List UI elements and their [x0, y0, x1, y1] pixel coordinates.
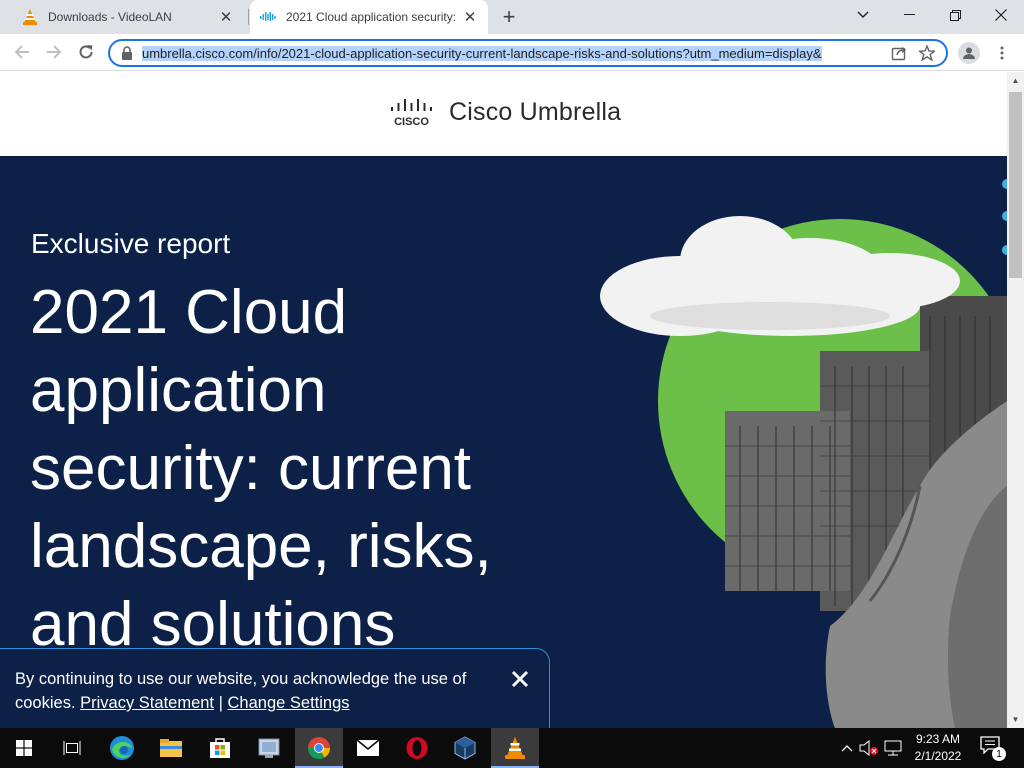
hero-illustration	[600, 179, 1007, 728]
tab-strip: Downloads - VideoLAN ✕ 2021 Cloud applic…	[0, 0, 1024, 34]
windows-taskbar: 9:23 AM 2/1/2022 1	[0, 728, 1024, 768]
change-settings-link[interactable]: Change Settings	[228, 694, 350, 712]
file-explorer-icon	[160, 739, 182, 757]
taskbar-file-explorer[interactable]	[147, 728, 195, 768]
url-text[interactable]: umbrella.cisco.com/info/2021-cloud-appli…	[142, 45, 890, 61]
brand-name: Cisco Umbrella	[449, 98, 622, 126]
start-button[interactable]	[0, 728, 48, 768]
close-tab-icon[interactable]: ✕	[462, 9, 478, 26]
mail-icon	[356, 739, 380, 756]
chrome-icon	[308, 737, 330, 759]
profile-button[interactable]	[958, 42, 980, 64]
browser-toolbar: umbrella.cisco.com/info/2021-cloud-appli…	[0, 34, 1024, 71]
page-scrollbar[interactable]: ▲ ▼	[1007, 72, 1024, 728]
browser-menu-button[interactable]	[992, 42, 1012, 64]
tab-cisco-report[interactable]: 2021 Cloud application security: ✕	[250, 0, 488, 34]
more-vert-icon	[1000, 46, 1004, 60]
vlc-cone-icon	[22, 9, 38, 25]
cookie-message: By continuing to use our website, you ac…	[15, 667, 495, 715]
taskbar-opera[interactable]	[393, 728, 441, 768]
tab-title: 2021 Cloud application security:	[286, 10, 457, 24]
taskbar-store[interactable]	[196, 728, 244, 768]
page-viewport: CISCO Cisco Umbrella Exclusive report 20…	[0, 72, 1007, 728]
reload-icon	[79, 45, 93, 59]
restore-icon	[949, 9, 961, 21]
chevron-down-icon	[857, 11, 869, 18]
taskbar-chrome[interactable]	[295, 728, 343, 768]
notification-badge: 1	[992, 747, 1006, 761]
clock-date: 2/1/2022	[914, 749, 962, 763]
logo-wordmark: CISCO	[394, 116, 429, 127]
app-icon	[258, 738, 280, 758]
scroll-up-icon[interactable]: ▲	[1007, 72, 1024, 89]
hero-section: Exclusive report 2021 Cloud application …	[0, 156, 1007, 728]
tab-divider	[248, 9, 249, 25]
task-view-button[interactable]	[48, 728, 96, 768]
close-window-button[interactable]	[978, 0, 1024, 30]
privacy-statement-link[interactable]: Privacy Statement	[80, 694, 214, 712]
opera-icon	[406, 737, 428, 759]
store-icon	[210, 738, 230, 758]
scrollbar-thumb[interactable]	[1009, 92, 1022, 278]
tab-videolan[interactable]: Downloads - VideoLAN ✕	[12, 0, 244, 34]
show-hidden-icons[interactable]	[838, 728, 856, 768]
forward-button[interactable]	[42, 40, 66, 64]
cookie-close-button[interactable]	[508, 667, 532, 691]
address-bar[interactable]: umbrella.cisco.com/info/2021-cloud-appli…	[108, 39, 948, 67]
arrow-left-icon	[14, 45, 29, 59]
minimize-button[interactable]	[886, 0, 932, 30]
minimize-icon	[903, 14, 915, 15]
url-selection: umbrella.cisco.com/info/2021-cloud-appli…	[142, 45, 822, 61]
scroll-down-icon[interactable]: ▼	[1007, 711, 1024, 728]
cookie-banner: By continuing to use our website, you ac…	[0, 648, 550, 728]
tab-search-button[interactable]	[840, 0, 886, 30]
cisco-icon	[260, 9, 276, 25]
cisco-logo-icon: CISCO	[390, 98, 438, 128]
hero-headline: 2021 Cloud application security: current…	[30, 278, 492, 659]
back-button[interactable]	[10, 40, 34, 64]
new-tab-button[interactable]: +	[497, 4, 521, 29]
close-tab-icon[interactable]: ✕	[218, 9, 234, 26]
tab-title: Downloads - VideoLAN	[48, 10, 172, 24]
cisco-umbrella-logo[interactable]: CISCO Cisco Umbrella	[390, 98, 622, 128]
hero-kicker: Exclusive report	[31, 228, 231, 259]
taskbar-virtualbox[interactable]	[441, 728, 489, 768]
task-view-icon	[63, 741, 81, 755]
taskbar-app[interactable]	[245, 728, 293, 768]
avatar-icon	[963, 47, 975, 59]
windows-start-icon	[16, 740, 32, 756]
action-center-button[interactable]: 1	[980, 736, 1006, 762]
taskbar-clock[interactable]: 9:23 AM 2/1/2022	[900, 731, 976, 765]
close-icon	[511, 670, 529, 688]
taskbar-mail[interactable]	[344, 728, 392, 768]
restore-button[interactable]	[932, 0, 978, 30]
vlc-icon	[505, 737, 525, 759]
lock-icon	[122, 46, 132, 60]
site-header: CISCO Cisco Umbrella	[0, 72, 1007, 156]
link-separator: |	[218, 694, 223, 712]
volume-button[interactable]	[858, 728, 880, 768]
taskbar-edge[interactable]	[98, 728, 146, 768]
taskbar-vlc[interactable]	[491, 728, 539, 768]
bookmark-star-icon[interactable]	[918, 44, 936, 62]
reload-button[interactable]	[74, 40, 98, 64]
clock-time: 9:23 AM	[915, 732, 961, 746]
chevron-up-icon	[841, 745, 853, 752]
edge-icon	[110, 736, 134, 760]
virtualbox-icon	[454, 736, 476, 760]
share-icon[interactable]	[890, 44, 908, 62]
close-icon	[995, 9, 1007, 21]
arrow-right-icon	[47, 45, 62, 59]
volume-muted-icon	[859, 740, 878, 756]
